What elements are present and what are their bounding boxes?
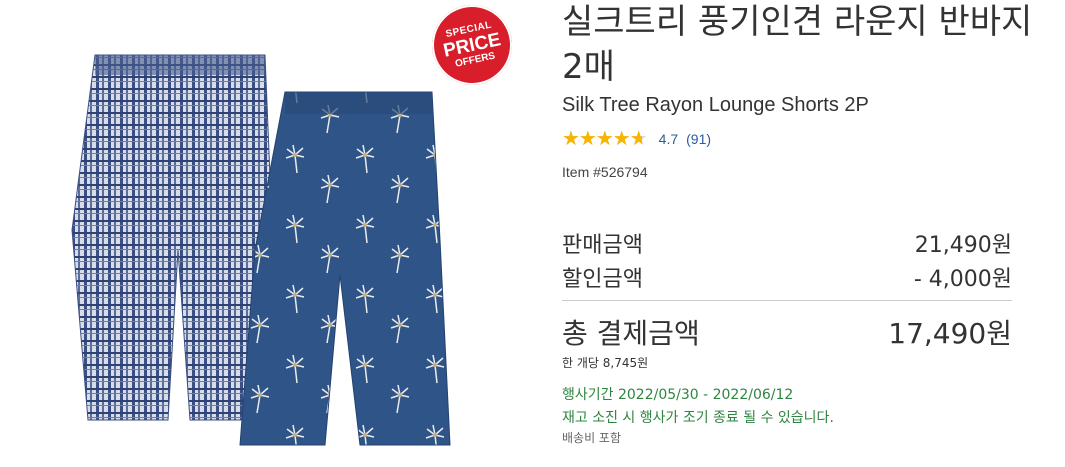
promo-period: 행사기간 2022/05/30 - 2022/06/12 bbox=[562, 387, 794, 403]
discount-row: 할인금액 - 4,000원 bbox=[562, 261, 1012, 293]
promo-notice: 재고 소진 시 행사가 조기 종료 될 수 있습니다. bbox=[562, 410, 834, 426]
discount-label: 할인금액 bbox=[562, 267, 643, 292]
discount-value: - 4,000원 bbox=[913, 267, 1012, 292]
price-divider bbox=[562, 300, 1012, 301]
product-title-english: Silk Tree Rayon Lounge Shorts 2P bbox=[562, 94, 869, 116]
rating-summary[interactable]: ★★★★★ ★★★★★ 4.7 (91) bbox=[562, 129, 711, 149]
total-price-label: 총 결제금액 bbox=[562, 317, 700, 350]
sale-price-label: 판매금액 bbox=[562, 233, 643, 258]
sale-price-row: 판매금액 21,490원 bbox=[562, 227, 1012, 259]
star-rating-icon: ★★★★★ ★★★★★ bbox=[562, 128, 648, 150]
total-price-row: 총 결제금액 17,490원 bbox=[562, 312, 1012, 352]
total-price-value: 17,490원 bbox=[888, 317, 1012, 350]
item-number: Item #526794 bbox=[562, 164, 648, 180]
product-title-korean: 실크트리 풍기인견 라운지 반바지 2매 bbox=[562, 2, 1033, 87]
review-count-link[interactable]: (91) bbox=[686, 131, 711, 147]
product-image-area[interactable]: SPECIAL PRICE OFFERS bbox=[0, 0, 540, 467]
rating-value[interactable]: 4.7 bbox=[659, 131, 678, 147]
unit-price: 한 개당 8,745원 bbox=[562, 356, 649, 370]
shipping-info: 배송비 포함 bbox=[562, 431, 622, 445]
sale-price-value: 21,490원 bbox=[914, 233, 1012, 258]
